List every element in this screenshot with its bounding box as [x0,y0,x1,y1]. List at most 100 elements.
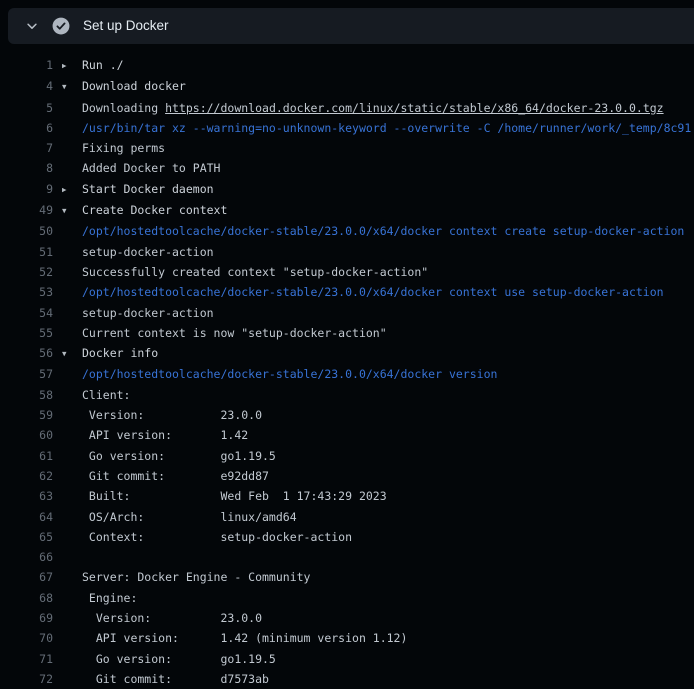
line-number[interactable]: 6 [0,118,53,138]
log-line-content: Downloading https://download.docker.com/… [62,98,664,118]
log-line-content: setup-docker-action [62,303,214,323]
line-number[interactable]: 71 [0,649,53,669]
log-command-text: /opt/hostedtoolcache/docker-stable/23.0.… [82,224,684,238]
log-text: OS/Arch: linux/amd64 [82,510,297,524]
line-number[interactable]: 66 [0,547,53,567]
line-number[interactable]: 4 [0,76,53,97]
log-line: 69 Version: 23.0.0 [0,608,694,628]
log-line: 49 ▼Create Docker context [0,200,694,221]
line-number[interactable]: 9 [0,179,53,200]
check-circle-icon [52,17,70,35]
log-line: 59 Version: 23.0.0 [0,405,694,425]
log-line: 57/opt/hostedtoolcache/docker-stable/23.… [0,364,694,384]
log-text: API version: 1.42 (minimum version 1.12) [82,631,407,645]
line-number[interactable]: 68 [0,588,53,608]
log-line: 50/opt/hostedtoolcache/docker-stable/23.… [0,221,694,241]
log-line-content: Client: [62,385,130,405]
log-text: Go version: go1.19.5 [82,652,276,666]
log-line-content: Built: Wed Feb 1 17:43:29 2023 [62,486,387,506]
log-line: 65 Context: setup-docker-action [0,527,694,547]
log-line: 60 API version: 1.42 [0,425,694,445]
log-line: 6/usr/bin/tar xz --warning=no-unknown-ke… [0,118,694,138]
log-line: 63 Built: Wed Feb 1 17:43:29 2023 [0,486,694,506]
group-title[interactable]: Create Docker context [82,203,227,217]
log-line: 9 ▶Start Docker daemon [0,179,694,200]
log-line-content: Version: 23.0.0 [62,405,262,425]
line-number[interactable]: 65 [0,527,53,547]
line-number[interactable]: 56 [0,343,53,364]
line-number[interactable]: 72 [0,669,53,689]
log-line-content: Successfully created context "setup-dock… [62,262,428,282]
line-number[interactable]: 53 [0,282,53,302]
log-text: Server: Docker Engine - Community [82,570,310,584]
log-line: 70 API version: 1.42 (minimum version 1.… [0,628,694,648]
line-number[interactable]: 63 [0,486,53,506]
log-text: Go version: go1.19.5 [82,449,276,463]
log-line-content: Added Docker to PATH [62,158,220,178]
step-title: Set up Docker [83,19,169,33]
log-lines: 1▶Run ./4▼Download docker5Downloading ht… [0,55,694,689]
line-number[interactable]: 5 [0,98,53,118]
log-text: Current context is now "setup-docker-act… [82,326,387,340]
line-number[interactable]: 64 [0,507,53,527]
log-line-content: /opt/hostedtoolcache/docker-stable/23.0.… [62,221,684,241]
triangle-down-icon[interactable]: ▼ [62,77,82,97]
line-number[interactable]: 7 [0,138,53,158]
line-number[interactable]: 55 [0,323,53,343]
group-title[interactable]: Download docker [82,79,186,93]
log-text: setup-docker-action [82,245,214,259]
triangle-down-icon[interactable]: ▼ [62,201,82,221]
log-text: Git commit: e92dd87 [82,469,269,483]
line-number[interactable]: 67 [0,567,53,587]
log-line-content [62,547,82,567]
triangle-right-icon[interactable]: ▶ [62,180,82,200]
chevron-down-icon[interactable] [25,19,39,33]
group-title[interactable]: Start Docker daemon [82,182,214,196]
triangle-right-icon[interactable]: ▶ [62,56,82,76]
log-line: 71 Go version: go1.19.5 [0,649,694,669]
triangle-down-icon[interactable]: ▼ [62,344,82,364]
log-line: 55 Current context is now "setup-docker-a… [0,323,694,343]
log-line-content: Go version: go1.19.5 [62,649,276,669]
log-line: 61 Go version: go1.19.5 [0,446,694,466]
line-number[interactable]: 60 [0,425,53,445]
log-command-text: /opt/hostedtoolcache/docker-stable/23.0.… [82,285,664,299]
line-number[interactable]: 52 [0,262,53,282]
line-number[interactable]: 69 [0,608,53,628]
line-number[interactable]: 8 [0,158,53,178]
log-line-content: ▼Docker info [62,343,158,364]
log-line-content: Context: setup-docker-action [62,527,352,547]
group-title[interactable]: Docker info [82,346,158,360]
line-number[interactable]: 59 [0,405,53,425]
log-line-content: Server: Docker Engine - Community [62,567,310,587]
line-number[interactable]: 58 [0,385,53,405]
log-text: Context: setup-docker-action [82,530,352,544]
log-text: Downloading [82,101,165,115]
log-text: Engine: [82,591,137,605]
log-line-content: API version: 1.42 (minimum version 1.12) [62,628,407,648]
step-header[interactable]: Set up Docker [8,8,694,44]
group-title[interactable]: Run ./ [82,58,124,72]
line-number[interactable]: 61 [0,446,53,466]
log-line: 8 Added Docker to PATH [0,158,694,178]
log-line: 1 ▶Run ./ [0,55,694,76]
log-line: 68 Engine: [0,588,694,608]
line-number[interactable]: 57 [0,364,53,384]
line-number[interactable]: 49 [0,200,53,221]
log-command-text: /usr/bin/tar xz --warning=no-unknown-key… [82,121,691,135]
log-link[interactable]: https://download.docker.com/linux/static… [165,101,664,115]
line-number[interactable]: 1 [0,55,53,76]
line-number[interactable]: 70 [0,628,53,648]
log-line: 52 Successfully created context "setup-do… [0,262,694,282]
line-number[interactable]: 51 [0,242,53,262]
log-line: 7Fixing perms [0,138,694,158]
line-number[interactable]: 62 [0,466,53,486]
log-line-content: /opt/hostedtoolcache/docker-stable/23.0.… [62,364,497,384]
log-line-content: Go version: go1.19.5 [62,446,276,466]
line-number[interactable]: 54 [0,303,53,323]
log-line: 51 setup-docker-action [0,242,694,262]
log-text: Added Docker to PATH [82,161,220,175]
log-line: 62 Git commit: e92dd87 [0,466,694,486]
line-number[interactable]: 50 [0,221,53,241]
log-text: Version: 23.0.0 [82,611,262,625]
